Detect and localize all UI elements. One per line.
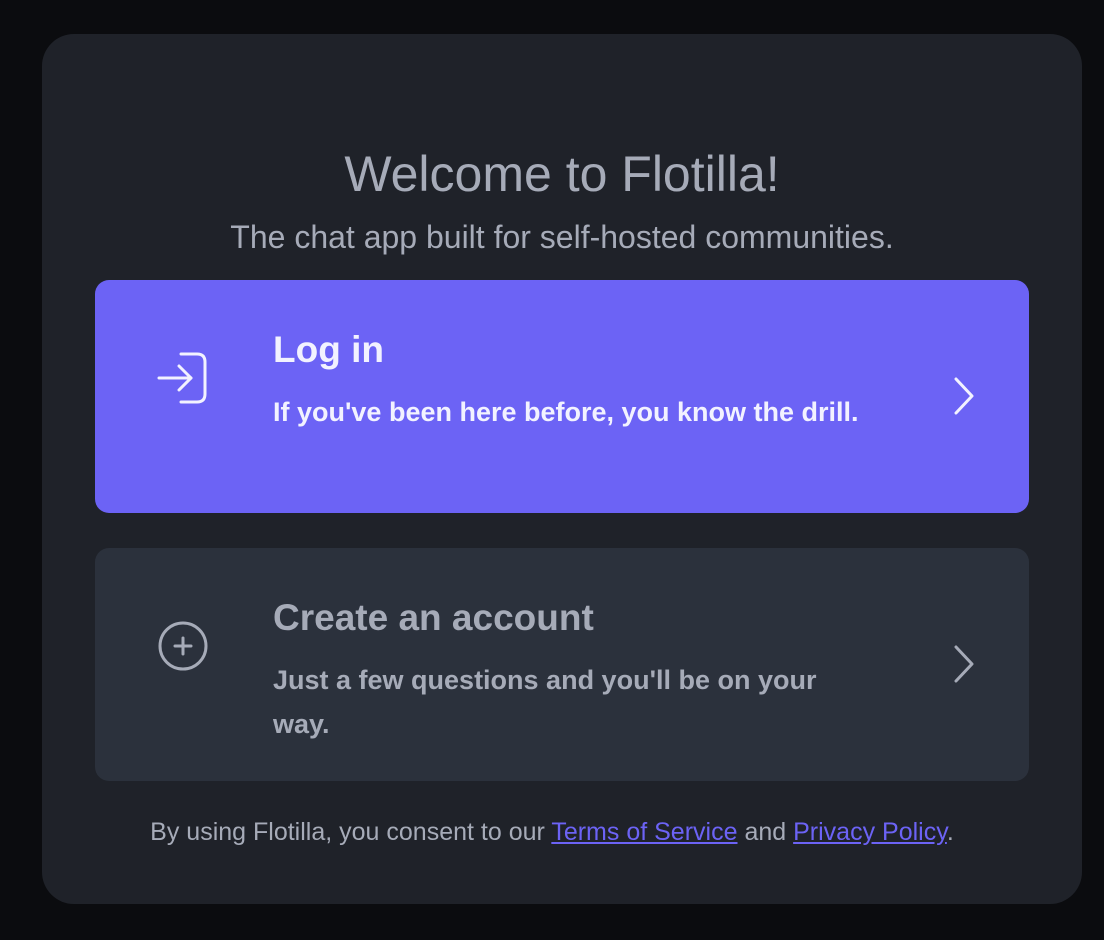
- welcome-title: Welcome to Flotilla!: [344, 146, 780, 202]
- consent-prefix: By using Flotilla, you consent to our: [150, 818, 552, 846]
- consent-suffix: .: [946, 818, 954, 846]
- create-account-option-button[interactable]: Create an account Just a few questions a…: [95, 548, 1029, 781]
- consent-text: By using Flotilla, you consent to our Te…: [0, 814, 1104, 850]
- terms-of-service-link[interactable]: Terms of Service: [551, 818, 737, 846]
- create-account-option-title: Create an account: [273, 597, 594, 638]
- chevron-right-icon: [954, 645, 974, 683]
- login-option-button[interactable]: Log in If you've been here before, you k…: [95, 280, 1029, 513]
- consent-middle: and: [737, 818, 794, 846]
- chevron-right-icon: [954, 377, 974, 415]
- login-option-title: Log in: [273, 329, 384, 370]
- login-arrow-icon: [157, 352, 207, 404]
- welcome-subtitle: The chat app built for self-hosted commu…: [230, 219, 894, 255]
- plus-circle-icon: [158, 621, 208, 671]
- privacy-policy-link[interactable]: Privacy Policy: [793, 818, 947, 846]
- create-account-option-description: Just a few questions and you'll be on yo…: [273, 665, 817, 739]
- login-option-description: If you've been here before, you know the…: [273, 397, 859, 427]
